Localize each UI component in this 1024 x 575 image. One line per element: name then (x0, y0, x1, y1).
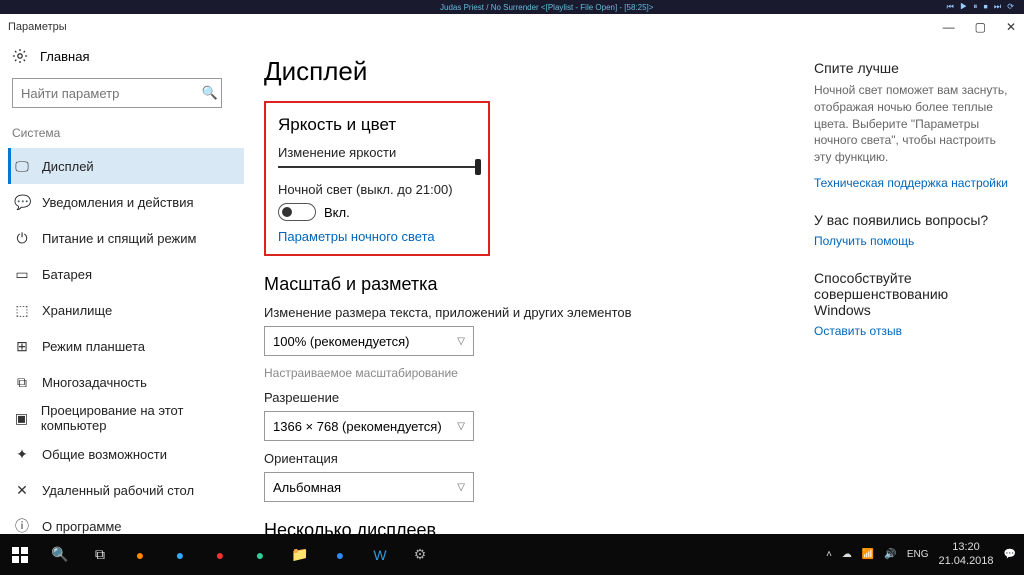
nightlight-settings-link[interactable]: Параметры ночного света (278, 229, 476, 244)
tray-date: 21.04.2018 (938, 555, 993, 568)
shared-icon: ✦ (14, 446, 30, 463)
system-tray[interactable]: ˄ ☁ 📶 🔊 ENG 13:20 21.04.2018 💬 (826, 541, 1024, 567)
page-title: Дисплей (264, 56, 794, 87)
start-button[interactable] (0, 535, 40, 575)
sidebar-item-remote[interactable]: ✕Удаленный рабочий стол (8, 472, 244, 508)
home-label: Главная (40, 49, 89, 64)
action-center-icon[interactable]: 💬 (1004, 549, 1016, 560)
taskbar-search-icon[interactable]: 🔍 (40, 535, 80, 575)
minimize-button[interactable]: — (943, 20, 955, 34)
tray-wifi-icon[interactable]: 📶 (862, 549, 874, 560)
support-link[interactable]: Техническая поддержка настройки (814, 176, 1008, 190)
scale-value: 100% (рекомендуется) (273, 334, 409, 349)
brightness-slider[interactable] (278, 166, 478, 168)
multi-display-section-title: Несколько дисплеев (264, 520, 724, 534)
maximize-button[interactable]: ▢ (975, 20, 986, 34)
home-nav[interactable]: Главная (8, 40, 244, 72)
tray-chevron-up-icon[interactable]: ˄ (826, 549, 832, 560)
search-input[interactable] (12, 78, 222, 108)
sidebar-item-tablet[interactable]: ⊞Режим планшета (8, 328, 244, 364)
chat-icon: 💬 (14, 194, 30, 211)
chevron-down-icon: ▽ (457, 336, 465, 347)
sidebar-item-power[interactable]: ⏻Питание и спящий режим (8, 220, 244, 256)
improve-title: Способствуйте совершенствованию Windows (814, 270, 1008, 318)
resolution-select[interactable]: 1366 × 768 (рекомендуется) ▽ (264, 411, 474, 441)
taskbar-app-1[interactable]: ● (120, 535, 160, 575)
toggle-state-label: Вкл. (324, 205, 350, 220)
taskbar-app-4[interactable]: ● (240, 535, 280, 575)
gear-icon (12, 48, 28, 64)
sidebar-item-notifications[interactable]: 💬Уведомления и действия (8, 184, 244, 220)
project-icon: ▣ (14, 410, 29, 427)
taskbar-app-2[interactable]: ● (160, 535, 200, 575)
sidebar: Главная 🔍 Система 🖵Дисплей 💬Уведомления … (0, 40, 244, 534)
player-track-title: Judas Priest / No Surrender <[Playlist -… (440, 3, 653, 12)
task-view-icon[interactable]: ⧉ (80, 535, 120, 575)
sidebar-item-about[interactable]: ⓘО программе (8, 508, 244, 534)
sidebar-item-shared[interactable]: ✦Общие возможности (8, 436, 244, 472)
sidebar-item-display[interactable]: 🖵Дисплей (8, 148, 244, 184)
power-icon: ⏻ (14, 230, 30, 247)
category-label: Система (8, 122, 244, 148)
media-player-bar: Judas Priest / No Surrender <[Playlist -… (0, 0, 1024, 14)
taskbar-app-8[interactable]: ⚙ (400, 535, 440, 575)
nightlight-toggle[interactable] (278, 203, 316, 221)
sidebar-item-storage[interactable]: ⬚Хранилище (8, 292, 244, 328)
sleep-better-title: Спите лучше (814, 60, 1008, 76)
scale-select[interactable]: 100% (рекомендуется) ▽ (264, 326, 474, 356)
resolution-label: Разрешение (264, 390, 724, 405)
chevron-down-icon: ▽ (457, 482, 465, 493)
window-titlebar: Параметры — ▢ ✕ (0, 14, 1024, 40)
brightness-label: Изменение яркости (278, 145, 476, 160)
tray-clock[interactable]: 13:20 21.04.2018 (938, 541, 993, 567)
close-button[interactable]: ✕ (1006, 20, 1016, 34)
tablet-icon: ⊞ (14, 338, 30, 355)
multitask-icon: ⧉ (14, 374, 30, 391)
chevron-down-icon: ▽ (457, 421, 465, 432)
tray-lang[interactable]: ENG (907, 549, 929, 560)
info-icon: ⓘ (14, 516, 30, 534)
monitor-icon: 🖵 (14, 158, 30, 175)
taskbar[interactable]: 🔍 ⧉ ● ● ● ● 📁 ● W ⚙ ˄ ☁ 📶 🔊 ENG 13:20 21… (0, 534, 1024, 575)
toggle-knob (282, 207, 292, 217)
scale-section-title: Масштаб и разметка (264, 274, 724, 295)
questions-title: У вас появились вопросы? (814, 212, 1008, 228)
taskbar-app-7[interactable]: W (360, 535, 400, 575)
sidebar-item-battery[interactable]: ▭Батарея (8, 256, 244, 292)
slider-thumb[interactable] (475, 159, 481, 175)
remote-icon: ✕ (14, 482, 30, 499)
feedback-link[interactable]: Оставить отзыв (814, 324, 1008, 338)
sidebar-item-projecting[interactable]: ▣Проецирование на этот компьютер (8, 400, 244, 436)
brightness-section-title: Яркость и цвет (278, 115, 476, 135)
window-title: Параметры (8, 21, 67, 33)
sleep-better-text: Ночной свет поможет вам заснуть, отображ… (814, 82, 1008, 166)
orientation-select[interactable]: Альбомная ▽ (264, 472, 474, 502)
scale-label: Изменение размера текста, приложений и д… (264, 305, 724, 320)
battery-icon: ▭ (14, 266, 30, 283)
orientation-label: Ориентация (264, 451, 724, 466)
highlighted-box: Яркость и цвет Изменение яркости Ночной … (264, 101, 490, 256)
main-panel: Дисплей Яркость и цвет Изменение яркости… (244, 40, 814, 534)
orientation-value: Альбомная (273, 480, 341, 495)
nightlight-label: Ночной свет (выкл. до 21:00) (278, 182, 476, 197)
right-column: Спите лучше Ночной свет поможет вам засн… (814, 40, 1024, 534)
tray-cloud-icon[interactable]: ☁ (842, 549, 852, 560)
custom-scaling-link[interactable]: Настраиваемое масштабирование (264, 366, 724, 380)
storage-icon: ⬚ (14, 302, 30, 319)
help-link[interactable]: Получить помощь (814, 234, 1008, 248)
sidebar-item-multitask[interactable]: ⧉Многозадачность (8, 364, 244, 400)
search-icon: 🔍 (202, 85, 218, 101)
tray-volume-icon[interactable]: 🔊 (884, 549, 896, 560)
search-box[interactable]: 🔍 (12, 78, 240, 108)
taskbar-app-5[interactable]: 📁 (280, 535, 320, 575)
player-controls[interactable]: ⏮ ▶ ⏸ ⏹ ⏭ ⟳ (947, 2, 1016, 12)
resolution-value: 1366 × 768 (рекомендуется) (273, 419, 442, 434)
taskbar-app-3[interactable]: ● (200, 535, 240, 575)
tray-time: 13:20 (938, 541, 993, 554)
taskbar-app-6[interactable]: ● (320, 535, 360, 575)
